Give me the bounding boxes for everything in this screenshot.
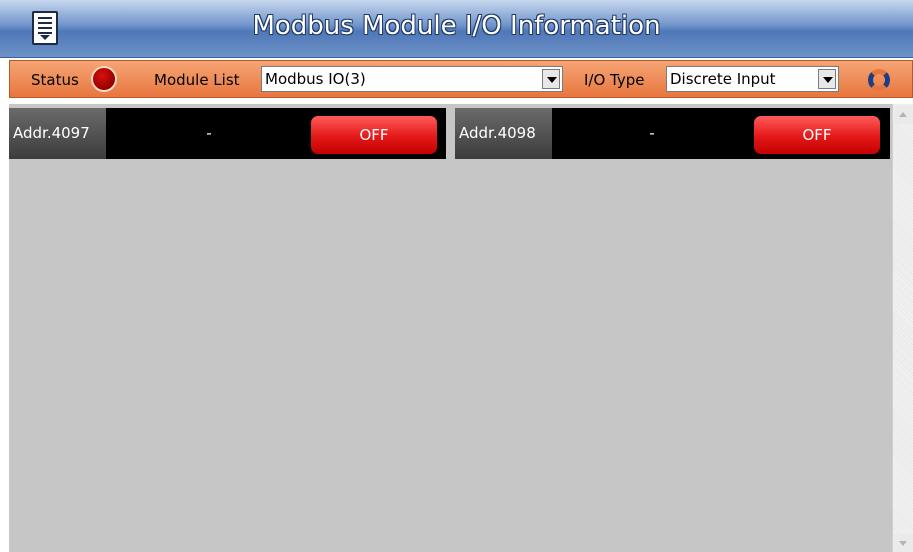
- io-value: -: [206, 124, 212, 142]
- status-label: Status: [31, 71, 79, 89]
- io-type-select[interactable]: Discrete Input: [666, 66, 839, 92]
- io-cell: Addr.4097 - OFF: [9, 108, 446, 159]
- scroll-up-icon[interactable]: [894, 106, 913, 124]
- refresh-icon[interactable]: [868, 69, 890, 91]
- chevron-down-icon[interactable]: [818, 69, 836, 89]
- module-list-label: Module List: [154, 71, 240, 89]
- io-address: Addr.4097: [9, 108, 106, 159]
- io-grid: Addr.4097 - OFF Addr.4098 - OFF: [9, 104, 892, 552]
- io-address: Addr.4098: [455, 108, 552, 159]
- io-state-button[interactable]: OFF: [754, 116, 880, 154]
- io-type-label: I/O Type: [584, 71, 645, 89]
- toolbar: Status Module List Modbus IO(3) I/O Type…: [9, 60, 913, 98]
- status-indicator-icon: [91, 66, 117, 92]
- module-list-select[interactable]: Modbus IO(3): [261, 66, 563, 92]
- page-title: Modbus Module I/O Information: [252, 11, 661, 41]
- vertical-scrollbar[interactable]: [892, 104, 913, 552]
- io-cell: Addr.4098 - OFF: [455, 108, 890, 159]
- module-list-value: Modbus IO(3): [265, 70, 366, 88]
- chevron-down-icon[interactable]: [542, 69, 560, 89]
- io-type-value: Discrete Input: [670, 70, 776, 88]
- title-bar: Modbus Module I/O Information: [0, 0, 913, 58]
- io-value: -: [649, 124, 655, 142]
- scroll-down-icon[interactable]: [894, 534, 913, 552]
- io-state-button[interactable]: OFF: [311, 116, 437, 154]
